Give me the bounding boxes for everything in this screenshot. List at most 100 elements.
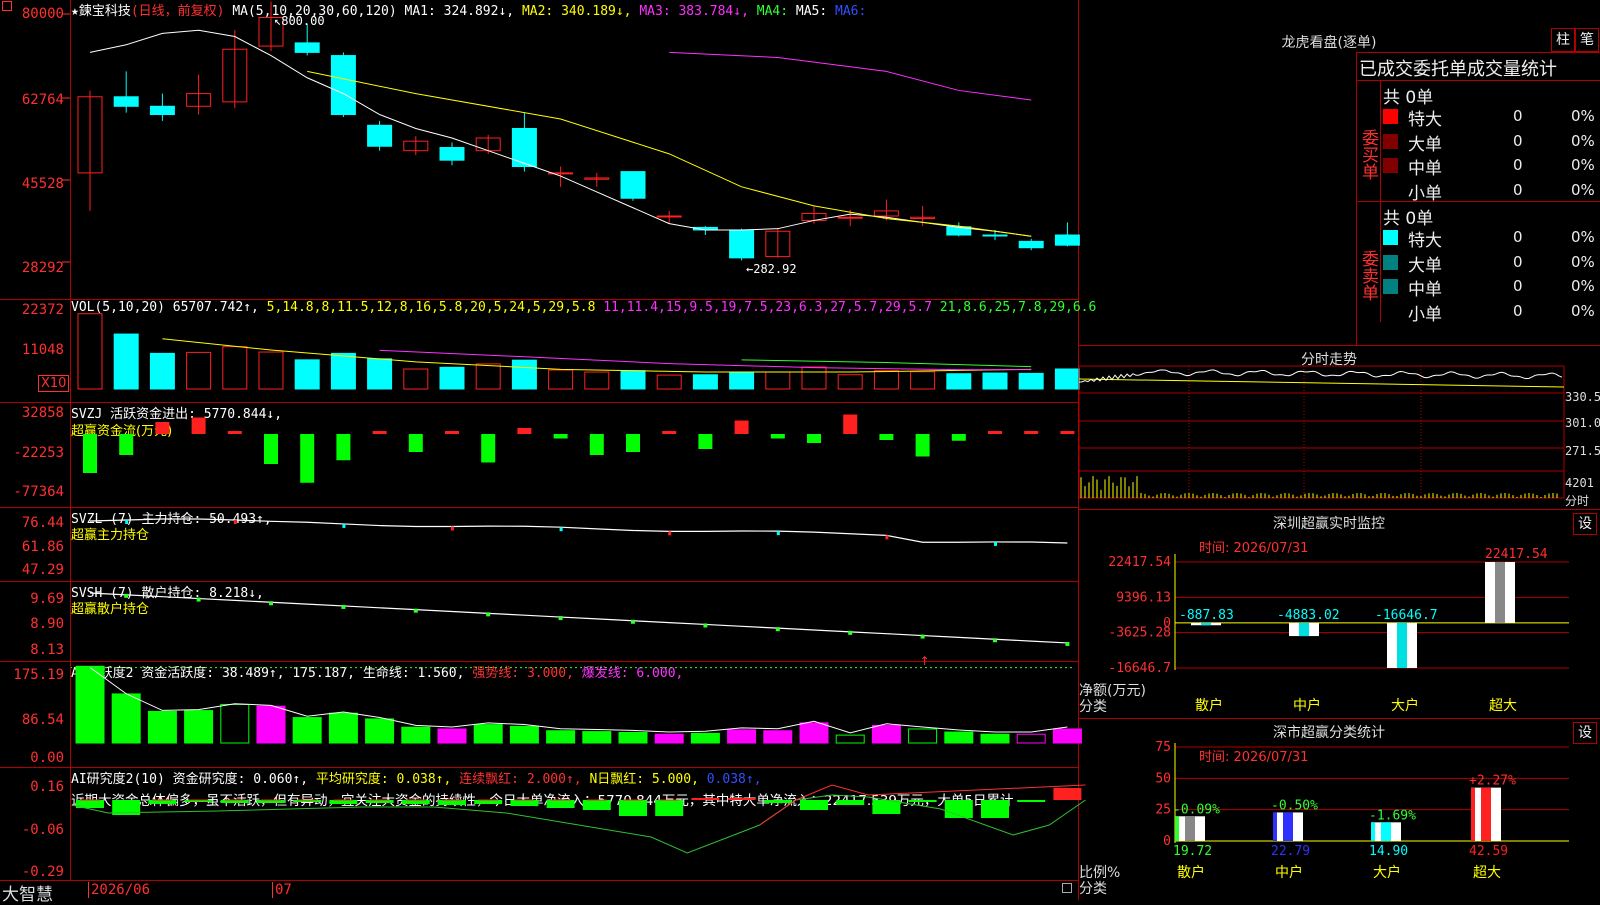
svsh-marker [341, 604, 346, 609]
classify-bar-core [1283, 812, 1293, 841]
svzl-panel[interactable]: SVZL (7) 主力持仓: 50.493↑, 超赢主力持仓 76.44 61.… [0, 507, 1078, 582]
volume-bar [584, 371, 610, 390]
research-bar [908, 800, 937, 802]
monitor-tick: -16646.7 [1108, 661, 1171, 676]
monitor-bar-core [1299, 622, 1309, 637]
classify-ylabel: 比例% 分类 [1079, 865, 1121, 897]
svzj-bar [843, 414, 858, 434]
svzl-marker [233, 520, 237, 524]
classify-category: 大户 [1373, 864, 1401, 881]
ma3-line [669, 51, 1032, 101]
volume-bar [1054, 368, 1080, 390]
intraday-panel[interactable]: 分时走势 330.5 301.0 271.5 4201 分时 [1078, 346, 1600, 510]
monitor-value-label: -887.83 [1179, 608, 1234, 623]
order-color-swatch [1383, 109, 1398, 124]
chart-area[interactable]: ★鍊宝科技(日线，前复权) MA(5,10,20,30,60,120) MA1:… [0, 0, 1096, 905]
order-color-swatch [1383, 254, 1398, 270]
order-row-count: 0 [1513, 131, 1523, 150]
order-row-count: 0 [1513, 180, 1523, 199]
candlestick-chart[interactable] [0, 0, 1080, 299]
volume-bar [1018, 372, 1044, 390]
classify-change-label: -0.50% [1271, 798, 1318, 813]
intraday-chart[interactable] [1078, 346, 1600, 509]
order-row: 小单 0 0% [1383, 179, 1600, 204]
ai-activity-bar [727, 729, 757, 744]
monitor-chart[interactable]: 22417.549396.130-3625.28-16646.7-887.83散… [1079, 510, 1600, 718]
classify-chart[interactable]: 75 50 25 0 -0.09% 19.72 散户 -0.50% 22.79 中户 -1.69% 1… [1079, 719, 1600, 900]
order-row-count: 0 [1513, 228, 1523, 246]
ai-activity-bar [763, 730, 793, 744]
research-bar [438, 800, 466, 805]
monitor-tick: -3625.28 [1108, 626, 1171, 641]
classify-bar-edge [1371, 822, 1375, 841]
svsh-marker [848, 630, 853, 635]
ai-activity-bar [582, 731, 612, 744]
research-bar [619, 800, 647, 816]
dragon-panel[interactable]: 龙虎看盘(逐单) 柱 笔 已成交委托单成交量统计 共 0单 委买单 特大 0 0% 大… [1079, 0, 1600, 346]
monitor-panel[interactable]: 深圳超赢实时监控 设 时间: 2026/07/31 22417.54 9396.1… [1079, 510, 1600, 719]
order-row-percent: 0% [1571, 301, 1595, 320]
volume-bar [729, 371, 755, 390]
research-bar [582, 800, 611, 810]
svzj-bar [698, 434, 713, 449]
monitor-ylabel: 净额(万元) 分类 [1079, 683, 1146, 715]
intraday-unit: 分时 [1565, 494, 1590, 508]
svzj-bar [988, 431, 1002, 434]
ai-activity-bar [690, 732, 720, 744]
order-row-percent: 0% [1571, 228, 1595, 246]
bar-view-button[interactable]: 柱 [1551, 28, 1575, 52]
ai-activity-bar [944, 731, 974, 744]
monitor-bar-core [1201, 622, 1211, 626]
buy-side-label: 委买单 [1357, 81, 1381, 201]
classify-category: 超大 [1473, 865, 1501, 881]
order-color-swatch [1383, 158, 1398, 173]
date-axis[interactable]: 大智慧 2026/06 07 [0, 880, 1078, 905]
date-label-1: 2026/06 [88, 882, 150, 898]
order-row-percent: 0% [1571, 107, 1595, 125]
svzj-chart[interactable] [0, 402, 1078, 507]
svsh-panel[interactable]: SVSH (7) 散户持仓: 8.218↓, 超赢散户持仓 9.69 8.90 … [0, 581, 1078, 662]
classify-value-label: 19.72 [1173, 844, 1212, 859]
svzj-bar [662, 431, 677, 434]
volume-bar [475, 363, 501, 390]
volume-chart[interactable] [0, 299, 1080, 402]
volume-bar [367, 358, 393, 390]
lock-icon[interactable] [1062, 883, 1072, 893]
svzj-bar [300, 434, 315, 483]
classify-bar-edge [1471, 787, 1475, 841]
svsh-marker [775, 627, 780, 632]
ai-activity-bar [292, 717, 322, 744]
ai-activity-bar [618, 731, 648, 744]
order-row-label: 中单 [1408, 159, 1442, 179]
volume-panel[interactable]: VOL(5,10,20) 65707.742↑, 5,14.8,8,11.5,1… [0, 299, 1096, 403]
svsh-chart[interactable] [0, 581, 1078, 661]
price-panel[interactable]: 80000 62764 45528 28292 ↖800.00 ←282.92 [0, 0, 1080, 300]
volume-bar [837, 374, 863, 390]
research-chart[interactable] [0, 767, 1086, 880]
ma1-line [89, 29, 1032, 237]
tick-view-button[interactable]: 笔 [1575, 28, 1599, 52]
svzj-bar [915, 434, 930, 457]
svsh-marker [631, 619, 635, 624]
monitor-value-label: -16646.7 [1375, 608, 1438, 623]
order-stats-header[interactable]: 已成交委托单成交量统计 [1359, 55, 1557, 81]
research-bar [727, 798, 756, 800]
svzj-bar [589, 434, 604, 455]
classify-change-label: -0.09% [1173, 802, 1220, 817]
svsh-marker [558, 616, 563, 621]
svzj-bar [83, 434, 97, 473]
candle-body [837, 216, 863, 219]
ai-activity-panel[interactable]: AI活跃度2 资金活跃度: 38.489↑, 175.187, 生命线: 1.5… [0, 654, 1082, 768]
ai-activity-bar [1016, 733, 1046, 744]
order-row: 中单 0 0% [1383, 275, 1600, 300]
svzl-chart[interactable] [0, 507, 1078, 581]
volume-bar [222, 346, 248, 390]
ai-activity-chart[interactable]: ↑ [0, 654, 1082, 767]
order-row-percent: 0% [1571, 156, 1595, 174]
svzj-bar [807, 434, 821, 443]
research-panel[interactable]: AI研究度2(10) 资金研究度: 0.060↑, 平均研究度: 0.038↑,… [0, 767, 1086, 881]
ai-activity-bar [437, 728, 467, 744]
research-bar [329, 800, 358, 804]
classify-panel[interactable]: 深市超赢分类统计 设 时间: 2026/07/31 75 50 25 0 -0.09% 1… [1079, 719, 1600, 900]
svzj-panel[interactable]: SVZJ 活跃资金进出: 5770.844↓, 超赢资金流(万元) 32858 … [0, 402, 1078, 508]
